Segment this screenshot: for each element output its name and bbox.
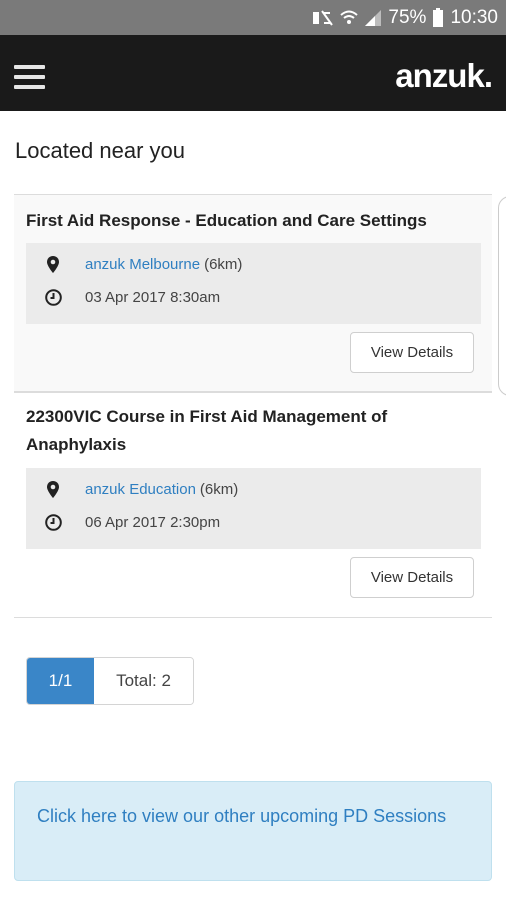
session-title: First Aid Response - Education and Care … bbox=[26, 211, 427, 230]
pagination: 1/1 Total: 2 bbox=[26, 657, 194, 705]
session-card: First Aid Response - Education and Care … bbox=[14, 194, 492, 392]
datetime-text: 03 Apr 2017 8:30am bbox=[85, 288, 221, 306]
view-details-button[interactable]: View Details bbox=[350, 332, 474, 373]
session-card: 22300VIC Course in First Aid Management … bbox=[14, 392, 492, 618]
datetime-row: 06 Apr 2017 2:30pm bbox=[44, 513, 220, 531]
clock-icon bbox=[44, 288, 62, 306]
location-row: anzuk Education (6km) bbox=[44, 480, 238, 498]
side-panel-edge[interactable] bbox=[498, 196, 506, 396]
datetime-row: 03 Apr 2017 8:30am bbox=[44, 288, 220, 306]
battery-percent: 75% bbox=[388, 7, 427, 28]
distance-text: (6km) bbox=[199, 480, 239, 498]
location-link[interactable]: anzuk Melbourne bbox=[85, 256, 200, 273]
total-count: Total: 2 bbox=[94, 658, 193, 704]
anzuk-logo[interactable]: anzuk. bbox=[395, 57, 493, 95]
wifi-icon bbox=[340, 9, 359, 27]
mute-icon bbox=[310, 9, 334, 27]
map-pin-icon bbox=[44, 480, 62, 498]
session-info-box: anzuk Education (6km) 06 Apr 2017 2:30pm bbox=[26, 468, 481, 549]
app-navbar: anzuk. bbox=[0, 35, 506, 111]
session-info-box: anzuk Melbourne (6km) 03 Apr 2017 8:30am bbox=[26, 243, 481, 324]
status-bar: 75% 10:30 bbox=[0, 0, 506, 35]
view-details-button[interactable]: View Details bbox=[350, 557, 474, 598]
distance-text: (6km) bbox=[204, 255, 243, 273]
hamburger-menu-icon[interactable] bbox=[14, 65, 46, 91]
location-link[interactable]: anzuk Education bbox=[85, 481, 196, 498]
page-title: Located near you bbox=[15, 138, 186, 163]
pd-sessions-banner: Click here to view our other upcoming PD… bbox=[14, 781, 492, 881]
signal-icon bbox=[364, 9, 382, 27]
clock-time: 10:30 bbox=[450, 7, 498, 28]
clock-icon bbox=[44, 513, 62, 531]
session-title: 22300VIC Course in First Aid Management … bbox=[26, 407, 388, 454]
location-row: anzuk Melbourne (6km) bbox=[44, 255, 242, 273]
datetime-text: 06 Apr 2017 2:30pm bbox=[85, 513, 221, 531]
other-sessions-link[interactable]: Click here to view our other upcoming PD… bbox=[37, 802, 457, 830]
map-pin-icon bbox=[44, 255, 62, 273]
battery-icon bbox=[432, 8, 444, 28]
current-page-button[interactable]: 1/1 bbox=[27, 658, 94, 704]
